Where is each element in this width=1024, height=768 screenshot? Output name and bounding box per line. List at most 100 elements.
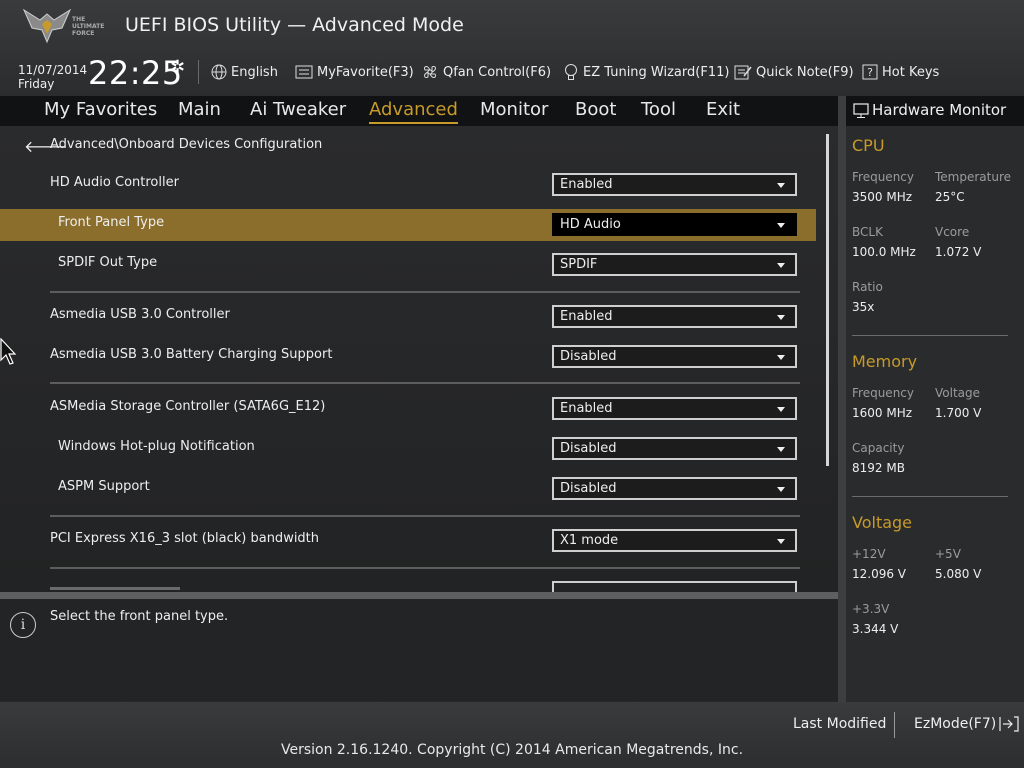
memory-frequency-label: Frequency [852, 386, 914, 400]
ez-tuning-button[interactable]: EZ Tuning Wizard(F11) [563, 62, 729, 82]
settings-panel: 🡐 Advanced\Onboard Devices Configuration… [0, 126, 838, 592]
qfan-control-button[interactable]: Qfan Control(F6) [421, 62, 551, 82]
usb-battery-charging-dropdown[interactable]: Disabled [552, 345, 797, 368]
logo-text-line: FORCE [72, 30, 95, 37]
footer-separator [894, 712, 895, 738]
logo-text-line: THE [72, 16, 86, 23]
ratio-value: 35x [852, 300, 875, 314]
memory-heading: Memory [852, 352, 918, 371]
setting-label-asmedia-storage-controller: ASMedia Storage Controller (SATA6G_E12) [50, 399, 326, 414]
vcore-label: Vcore [935, 225, 970, 239]
hw-section-divider [852, 496, 1008, 497]
header-separator [198, 60, 199, 84]
cut-off-row-label [50, 584, 185, 592]
memory-capacity-value: 8192 MB [852, 461, 905, 475]
asmedia-storage-controller-dropdown[interactable]: Enabled [552, 397, 797, 420]
tab-exit[interactable]: Exit [706, 99, 740, 122]
lightbulb-icon [565, 64, 577, 80]
myfavorite-label: MyFavorite(F3) [317, 64, 414, 80]
mouse-cursor-icon [0, 338, 16, 365]
ratio-label: Ratio [852, 280, 883, 294]
v12-value: 12.096 V [852, 567, 907, 581]
info-icon: i [10, 612, 36, 638]
setting-label-front-panel-type: Front Panel Type [58, 215, 165, 230]
qfan-label: Qfan Control(F6) [443, 64, 552, 80]
cpu-frequency-value: 3500 MHz [852, 190, 913, 204]
v5-label: +5V [935, 547, 961, 561]
tuf-emblem-icon [22, 8, 72, 44]
quick-note-button[interactable]: Quick Note(F9) [734, 62, 854, 82]
tab-ai-tweaker[interactable]: Ai Tweaker [250, 99, 346, 122]
v12-label: +12V [852, 547, 886, 561]
breadcrumb: Advanced\Onboard Devices Configuration [50, 137, 323, 152]
aspm-support-dropdown[interactable]: Disabled [552, 477, 797, 500]
tab-my-favorites[interactable]: My Favorites [44, 99, 157, 122]
ezmode-label: EzMode(F7) [914, 716, 997, 732]
setting-label-pcie-x16-3-bandwidth: PCI Express X16_3 slot (black) bandwidth [50, 531, 320, 546]
setting-label-usb-battery-charging: Asmedia USB 3.0 Battery Charging Support [50, 347, 333, 362]
tuf-logo: THE ULTIMATE FORCE [22, 6, 114, 46]
v33-value: 3.344 V [852, 622, 899, 636]
cpu-frequency-label: Frequency [852, 170, 914, 184]
chevron-down-icon [777, 447, 785, 452]
windows-hotplug-dropdown[interactable]: Disabled [552, 437, 797, 460]
quick-note-label: Quick Note(F9) [756, 64, 854, 80]
hardware-monitor-header: Hardware Monitor [846, 96, 1024, 126]
pcie-x16-3-bandwidth-dropdown[interactable]: X1 mode [552, 529, 797, 552]
scrollbar[interactable] [826, 134, 829, 466]
cpu-temperature-label: Temperature [935, 170, 1012, 184]
setting-label-windows-hotplug: Windows Hot-plug Notification [58, 439, 255, 454]
section-divider [50, 567, 800, 569]
chevron-down-icon [777, 407, 785, 412]
globe-icon [211, 64, 227, 80]
cpu-heading: CPU [852, 136, 885, 155]
dropdown-value: Disabled [560, 481, 617, 496]
app-title: UEFI BIOS Utility — Advanced Mode [125, 14, 464, 36]
footer-bar: Last Modified EzMode(F7) Version 2.16.12… [0, 702, 1024, 768]
last-modified-button[interactable]: Last Modified [793, 716, 886, 732]
memory-capacity-label: Capacity [852, 441, 905, 455]
panel-divider [838, 96, 846, 702]
help-panel: i Select the front panel type. [0, 599, 838, 701]
chevron-down-icon [777, 183, 785, 188]
help-text: Select the front panel type. [50, 609, 229, 624]
tab-boot[interactable]: Boot [575, 99, 616, 122]
tab-advanced[interactable]: Advanced [369, 99, 458, 124]
chevron-down-icon [777, 263, 785, 268]
front-panel-type-dropdown[interactable]: HD Audio [552, 213, 797, 236]
dropdown-value: Enabled [560, 401, 613, 416]
dropdown-value: Disabled [560, 349, 617, 364]
copyright-text: Version 2.16.1240. Copyright (C) 2014 Am… [280, 742, 744, 758]
dropdown-value: HD Audio [560, 217, 621, 232]
tab-tool[interactable]: Tool [641, 99, 676, 122]
dropdown-value: SPDIF [560, 257, 598, 272]
hardware-monitor-title: Hardware Monitor [872, 101, 1007, 119]
fan-icon [424, 66, 436, 78]
tab-main[interactable]: Main [178, 99, 221, 122]
setting-label-hd-audio-controller: HD Audio Controller [50, 175, 179, 190]
memory-voltage-label: Voltage [935, 386, 981, 400]
asmedia-usb-controller-dropdown[interactable]: Enabled [552, 305, 797, 328]
hardware-monitor-panel: Hardware Monitor CPU Frequency 3500 MHz … [846, 96, 1024, 702]
myfavorite-button[interactable]: MyFavorite(F3) [295, 62, 414, 82]
hot-keys-button[interactable]: ? Hot Keys [862, 62, 939, 82]
section-divider [50, 291, 800, 293]
date-display: 11/07/2014 [18, 63, 88, 77]
dropdown-value: X1 mode [560, 533, 619, 548]
gear-icon[interactable]: ✲ [170, 57, 185, 78]
spdif-out-type-dropdown[interactable]: SPDIF [552, 253, 797, 276]
memory-voltage-value: 1.700 V [935, 406, 982, 420]
dropdown-value: Enabled [560, 177, 613, 192]
tab-monitor[interactable]: Monitor [480, 99, 548, 122]
language-label: English [231, 64, 278, 80]
cut-off-row-dropdown[interactable] [552, 581, 797, 592]
monitor-icon [853, 103, 869, 118]
dropdown-value: Enabled [560, 309, 613, 324]
language-button[interactable]: English [211, 62, 278, 82]
hd-audio-controller-dropdown[interactable]: Enabled [552, 173, 797, 196]
question-icon: ? [862, 64, 878, 80]
exit-arrow-icon [999, 716, 1019, 732]
ezmode-button[interactable]: EzMode(F7) [914, 716, 1020, 732]
help-separator [0, 592, 838, 599]
ez-tuning-label: EZ Tuning Wizard(F11) [583, 64, 730, 80]
